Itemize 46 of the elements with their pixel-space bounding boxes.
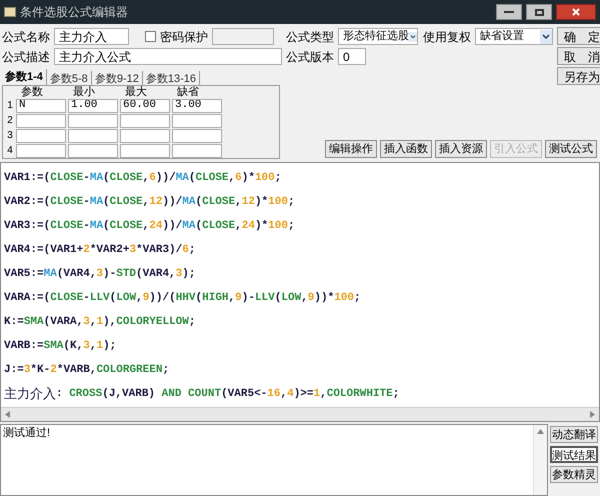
code-line: VARA:=(CLOSE-LLV(LOW,9))/(HHV(HIGH,9)-LLV(LOW,9))*100; xyxy=(4,290,361,306)
code-line: 主力介入: CROSS(J,VARB) AND COUNT(VAR5<-16,4)>=1,COLORWHITE; xyxy=(4,385,400,404)
row-number: 2 xyxy=(6,114,14,128)
code-line: J:=3*K-2*VARB,COLORGREEN; xyxy=(4,362,170,378)
row-number: 1 xyxy=(6,99,14,113)
toolbar-button[interactable]: 插入资源 xyxy=(435,140,487,158)
output-tab[interactable]: 测试结果 xyxy=(550,446,598,463)
output-tab[interactable]: 动态翻译 xyxy=(550,426,598,443)
output-tab[interactable]: 参数精灵 xyxy=(550,466,598,483)
toolbar-button[interactable]: 测试公式 xyxy=(545,140,597,158)
window-title: 条件选股公式编辑器 xyxy=(20,4,129,21)
dialog-button[interactable]: 另存为 xyxy=(557,67,600,85)
checkbox-label: 密码保护 xyxy=(160,28,208,46)
row-number: 4 xyxy=(6,144,14,158)
param-field[interactable]: N xyxy=(16,98,66,112)
dialog-button[interactable]: 取 消 xyxy=(557,47,600,65)
field-label: 公式类型 xyxy=(286,28,334,46)
column-header: 参数 xyxy=(20,86,44,98)
param-field[interactable]: 1.00 xyxy=(68,98,118,112)
param-tab[interactable]: 参数1-4 xyxy=(2,69,47,85)
column-header: 缺省 xyxy=(176,86,200,98)
code-line: VAR3:=(CLOSE-MA(CLOSE,24))/MA(CLOSE,24)*100; xyxy=(4,218,295,234)
toolbar-button[interactable]: 插入函数 xyxy=(380,140,432,158)
code-line: VAR4:=(VAR1+2*VAR2+3*VAR3)/6; xyxy=(4,242,196,258)
code-line: VAR5:=MA(VAR4,3)-STD(VAR4,3); xyxy=(4,266,196,282)
toolbar-button[interactable]: 编辑操作 xyxy=(325,140,377,158)
row-number: 3 xyxy=(6,129,14,143)
code-line: VAR1:=(CLOSE-MA(CLOSE,6))/MA(CLOSE,6)*100; xyxy=(4,170,282,186)
param-field[interactable]: 3.00 xyxy=(172,98,222,112)
dialog-button[interactable]: 确 定 xyxy=(557,27,600,45)
adjustment-dropdown[interactable]: 缺省设置 xyxy=(475,28,553,45)
code-line: VAR2:=(CLOSE-MA(CLOSE,12))/MA(CLOSE,12)*100; xyxy=(4,194,295,210)
param-field[interactable]: 60.00 xyxy=(120,98,170,112)
field-label: 使用复权 xyxy=(423,28,471,46)
field-label: 公式名称 xyxy=(2,28,50,46)
formula-name-field[interactable]: 主力介入 xyxy=(54,28,129,45)
test-result-text: 测试通过! xyxy=(2,426,52,441)
formula-type-dropdown[interactable]: 形态特征选股 xyxy=(338,28,418,45)
column-header: 最大 xyxy=(124,86,148,98)
field-label: 公式版本 xyxy=(286,48,334,66)
column-header: 最小 xyxy=(72,86,96,98)
code-line: VARB:=SMA(K,3,1); xyxy=(4,338,116,354)
field-label: 公式描述 xyxy=(2,48,50,66)
code-line: K:=SMA(VARA,3,1),COLORYELLOW; xyxy=(4,314,196,330)
description-field[interactable]: 主力介入公式 xyxy=(54,48,282,65)
version-field[interactable]: 0 xyxy=(338,48,366,65)
